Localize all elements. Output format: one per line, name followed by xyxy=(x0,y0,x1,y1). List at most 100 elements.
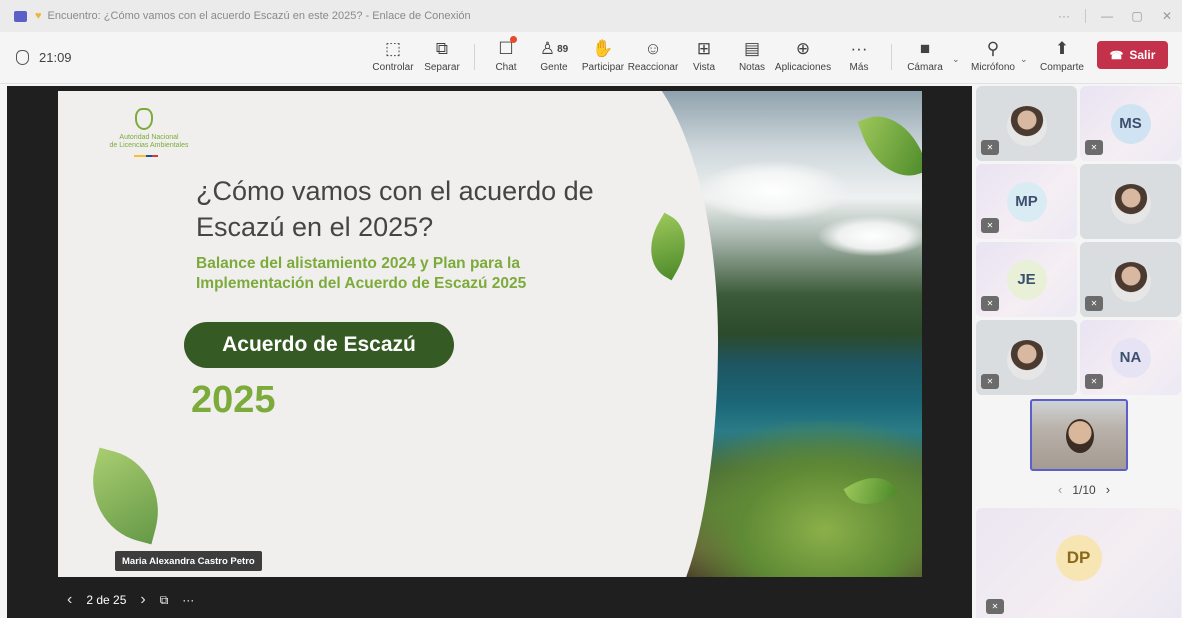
grid-view-icon: ⊞ xyxy=(696,39,712,58)
leave-button[interactable]: ☎ Salir xyxy=(1097,41,1168,69)
muted-mic-icon: ✕ xyxy=(1085,374,1103,389)
slide-curve-shape xyxy=(528,91,718,577)
participant-tile[interactable]: MS ✕ xyxy=(1080,86,1181,161)
window-title: Encuentro: ¿Cómo vamos con el acuerdo Es… xyxy=(47,10,471,22)
smile-icon: ☺ xyxy=(644,39,662,58)
close-button[interactable]: ✕ xyxy=(1152,9,1182,23)
camara-button[interactable]: ■ Cámara xyxy=(905,38,945,80)
participant-avatar: MP xyxy=(1006,181,1047,222)
participant-pager: ‹ 1/10 › xyxy=(1048,482,1120,497)
muted-mic-icon: ✕ xyxy=(981,296,999,311)
slide-subtitle: Balance del alistamiento 2024 y Plan par… xyxy=(196,255,527,292)
participant-tile[interactable]: NA ✕ xyxy=(1080,320,1181,395)
participant-photo xyxy=(1006,105,1047,146)
teams-logo-icon xyxy=(14,10,27,22)
camara-label: Cámara xyxy=(907,62,943,73)
muted-mic-icon: ✕ xyxy=(981,218,999,233)
notes-icon: ▤ xyxy=(743,39,761,58)
participar-button[interactable]: ✋ Participar xyxy=(580,38,626,80)
participant-avatar: DP xyxy=(1055,535,1102,581)
toolbar-divider xyxy=(474,44,475,70)
slides-grid-icon[interactable]: ⧉ xyxy=(160,593,169,608)
microfono-button[interactable]: ⚲ Micrófono xyxy=(969,38,1017,80)
participant-photo xyxy=(1110,261,1151,302)
pager-prev-button[interactable]: ‹ xyxy=(1058,482,1062,497)
mic-options-chevron-icon[interactable]: ⌄ xyxy=(1020,54,1028,65)
more-icon: ··· xyxy=(850,39,868,58)
notas-button[interactable]: ▤ Notas xyxy=(738,38,766,80)
vista-label: Vista xyxy=(692,62,716,73)
microfono-label: Micrófono xyxy=(971,62,1015,73)
participar-label: Participar xyxy=(581,62,625,73)
window-more-button[interactable]: ··· xyxy=(1049,9,1079,23)
toolbar-divider xyxy=(891,44,892,70)
shield-icon xyxy=(16,50,29,65)
chat-unread-dot xyxy=(509,36,517,43)
gente-label: Gente xyxy=(540,62,568,73)
timer-text: 21:09 xyxy=(39,50,72,65)
gente-button[interactable]: ♙ 89 Gente xyxy=(535,38,573,80)
comparte-label: Comparte xyxy=(1040,62,1084,73)
muted-mic-icon: ✕ xyxy=(981,374,999,389)
participant-photo xyxy=(1006,339,1047,380)
participant-avatar: NA xyxy=(1110,337,1151,378)
meeting-toolbar: 21:09 ⬚ Controlar ⧉ Separar ☐ Chat ♙ 89 G… xyxy=(0,32,1182,84)
slide-pill-label: Acuerdo de Escazú xyxy=(184,322,454,368)
participant-avatar: JE xyxy=(1006,259,1047,300)
vista-button[interactable]: ⊞ Vista xyxy=(690,38,718,80)
leaf-decoration xyxy=(78,447,173,545)
pager-next-button[interactable]: › xyxy=(1106,482,1110,497)
participant-tile[interactable]: ✕ xyxy=(1080,242,1181,317)
share-icon: ⬆ xyxy=(1054,39,1070,58)
people-count: 89 xyxy=(557,43,569,55)
reaccionar-label: Reaccionar xyxy=(627,62,679,73)
leave-label: Salir xyxy=(1129,48,1156,62)
meeting-timer: 21:09 xyxy=(16,50,72,65)
logo-line-1: Autoridad Nacional xyxy=(119,134,179,141)
participant-tile[interactable]: JE ✕ xyxy=(976,242,1077,317)
slide-more-button[interactable]: ··· xyxy=(182,593,194,607)
participant-tile-large[interactable]: DP ✕ xyxy=(976,508,1181,618)
minimize-button[interactable]: — xyxy=(1092,9,1122,23)
participant-tile[interactable]: ✕ xyxy=(976,320,1077,395)
muted-mic-icon: ✕ xyxy=(1085,140,1103,155)
window-controls-divider xyxy=(1085,9,1086,23)
pager-label: 1/10 xyxy=(1072,482,1096,497)
aplicaciones-label: Aplicaciones xyxy=(774,62,832,73)
window-titlebar: ♥ Encuentro: ¿Cómo vamos con el acuerdo … xyxy=(0,0,1182,32)
participant-tile[interactable] xyxy=(1080,164,1181,239)
logo-line-2: de Licencias Ambientales xyxy=(109,142,189,149)
muted-mic-icon: ✕ xyxy=(1085,296,1103,311)
mic-off-icon: ⚲ xyxy=(986,39,1000,58)
separar-label: Separar xyxy=(424,62,460,73)
previous-slide-button[interactable]: ‹ xyxy=(67,591,72,609)
monitor-pointer-icon: ⬚ xyxy=(384,39,402,58)
reaccionar-button[interactable]: ☺ Reaccionar xyxy=(627,38,679,80)
heart-icon: ♥ xyxy=(35,10,42,22)
mas-label: Más xyxy=(849,62,869,73)
slide-navigation: ‹ 2 de 25 › ⧉ ··· xyxy=(67,591,208,609)
slide-title: ¿Cómo vamos con el acuerdo de Escazú en … xyxy=(196,176,594,242)
maximize-button[interactable]: ▢ xyxy=(1122,9,1152,23)
camera-off-icon: ■ xyxy=(919,39,931,58)
self-video-preview[interactable] xyxy=(1030,399,1128,471)
mas-button[interactable]: ··· Más xyxy=(847,38,871,80)
next-slide-button[interactable]: › xyxy=(140,591,145,609)
separar-button[interactable]: ⧉ Separar xyxy=(423,38,461,80)
comparte-button[interactable]: ⬆ Comparte xyxy=(1039,38,1085,80)
cloud-shape xyxy=(818,216,922,256)
chat-label: Chat xyxy=(495,62,517,73)
window-controls: ··· — ▢ ✕ xyxy=(1049,0,1182,32)
camera-options-chevron-icon[interactable]: ⌄ xyxy=(952,54,960,65)
pop-out-icon: ⧉ xyxy=(435,39,449,58)
controlar-button[interactable]: ⬚ Controlar xyxy=(371,38,415,80)
anla-logo-text: Autoridad Nacional de Licencias Ambienta… xyxy=(94,134,204,150)
chat-icon: ☐ xyxy=(498,36,517,60)
participant-tile[interactable]: MP ✕ xyxy=(976,164,1077,239)
participant-tile[interactable]: ✕ xyxy=(976,86,1077,161)
controlar-label: Controlar xyxy=(372,62,414,73)
participant-photo xyxy=(1110,183,1151,224)
slide-position: 2 de 25 xyxy=(86,593,127,607)
chat-button[interactable]: ☐ Chat xyxy=(492,36,520,80)
aplicaciones-button[interactable]: ⊕ Aplicaciones xyxy=(767,38,839,80)
